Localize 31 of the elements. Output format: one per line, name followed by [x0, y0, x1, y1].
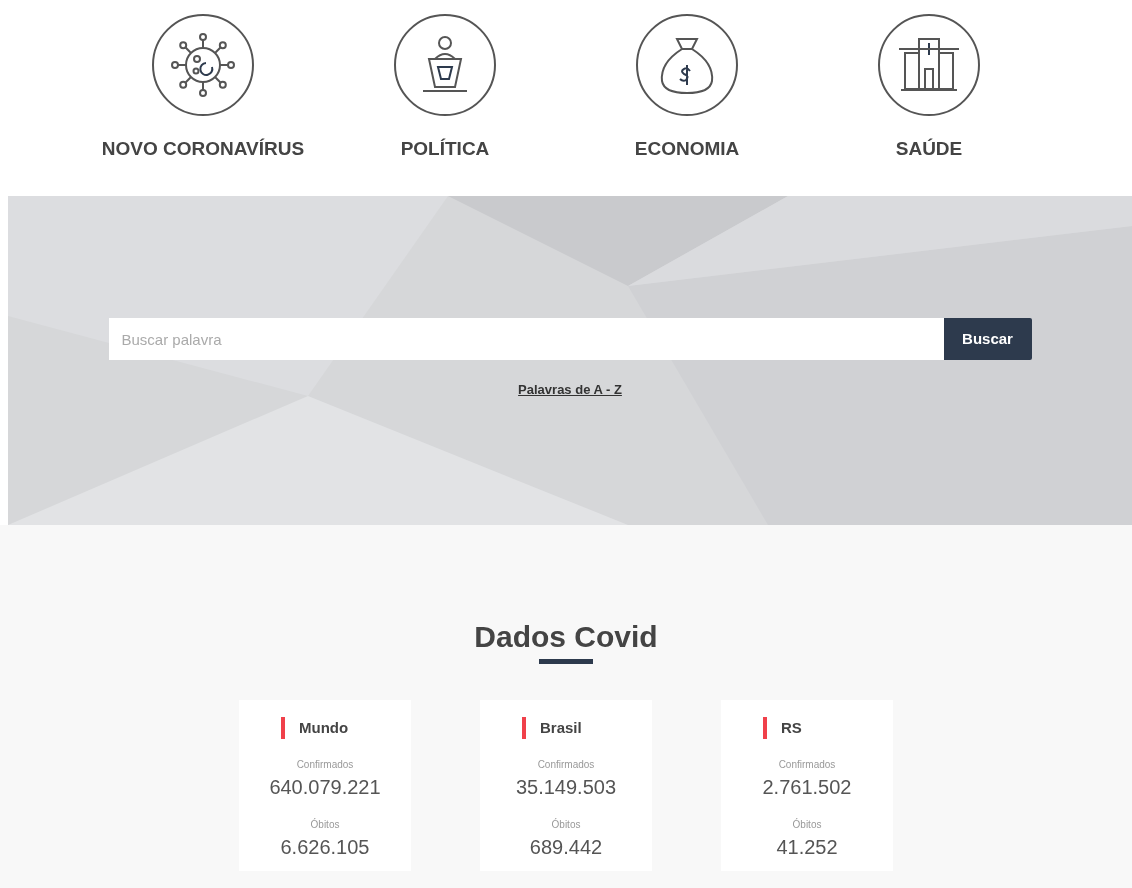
region-name: Brasil — [540, 718, 582, 738]
stat-label: Óbitos — [310, 817, 340, 832]
stat-label: Confirmados — [537, 757, 595, 772]
search-button[interactable]: Buscar — [943, 318, 1032, 360]
stat-value: 6.626.105 — [280, 834, 370, 859]
moneybag-icon[interactable] — [635, 13, 739, 117]
stat-label: Confirmados — [296, 757, 354, 772]
stat-label: Confirmados — [778, 757, 836, 772]
hospital-icon[interactable] — [877, 13, 981, 117]
section-title: Dados Covid — [474, 619, 658, 655]
stat-value: 35.149.503 — [515, 774, 617, 799]
category-link[interactable]: POLÍTICA — [400, 135, 490, 164]
category-link[interactable]: NOVO CORONAVÍRUS — [101, 135, 305, 164]
az-link[interactable]: Palavras de A - Z — [518, 380, 622, 400]
region-name: RS — [781, 718, 802, 738]
stat-value: 2.761.502 — [762, 774, 852, 799]
accent-bar — [522, 717, 526, 740]
podium-icon[interactable] — [393, 13, 497, 117]
category-link[interactable]: ECONOMIA — [634, 135, 740, 164]
stat-value: 640.079.221 — [269, 774, 381, 799]
search-field[interactable]: Buscar palavra — [108, 318, 944, 360]
title-underline — [539, 659, 593, 664]
stat-label: Óbitos — [792, 817, 822, 832]
accent-bar — [281, 717, 285, 740]
accent-bar — [763, 717, 767, 740]
virus-icon[interactable] — [151, 13, 255, 117]
region-name: Mundo — [299, 718, 349, 738]
stat-value: 689.442 — [529, 834, 603, 859]
stat-label: Óbitos — [551, 817, 581, 832]
stat-value: 41.252 — [776, 834, 838, 859]
category-link[interactable]: SAÚDE — [895, 135, 963, 164]
